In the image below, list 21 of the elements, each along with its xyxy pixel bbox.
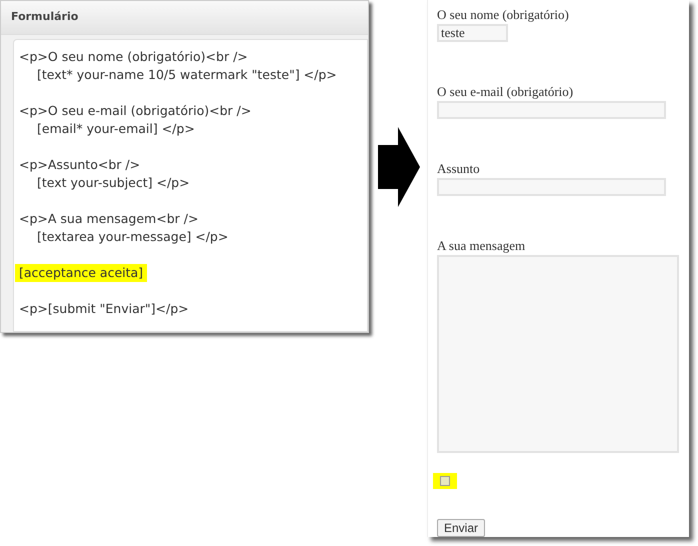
arrow-icon: [378, 127, 420, 207]
message-textarea[interactable]: [437, 255, 679, 453]
field-label: Assunto: [437, 161, 481, 177]
code-line: [text* your-name 10/5 watermark "teste"] </p>: [36, 66, 337, 84]
text-field[interactable]: teste: [437, 24, 508, 42]
code-line: <p>Assunto<br />: [19, 156, 140, 174]
field-label: O seu nome (obrigatório): [437, 7, 570, 23]
code-line: <p>O seu nome (obrigatório)<br />: [19, 48, 248, 66]
field-label: O seu e-mail (obrigatório): [437, 84, 574, 100]
checkbox[interactable]: [440, 476, 450, 486]
code-line: <p>[submit "Enviar"]</p>: [19, 300, 189, 318]
submit-button[interactable]: Enviar: [437, 519, 486, 537]
text-field[interactable]: [437, 101, 666, 119]
code-line: <p>O seu e-mail (obrigatório)<br />: [19, 102, 252, 120]
text-field[interactable]: [437, 178, 666, 196]
panel-title: Formulário: [11, 9, 78, 26]
code-line: <p>A sua mensagem<br />: [19, 210, 198, 228]
field-label: A sua mensagem: [437, 238, 526, 254]
code-line: [textarea your-message] </p>: [36, 228, 228, 246]
code-line: [text your-subject] </p>: [36, 174, 190, 192]
code-line: [email* your-email] </p>: [36, 120, 195, 138]
